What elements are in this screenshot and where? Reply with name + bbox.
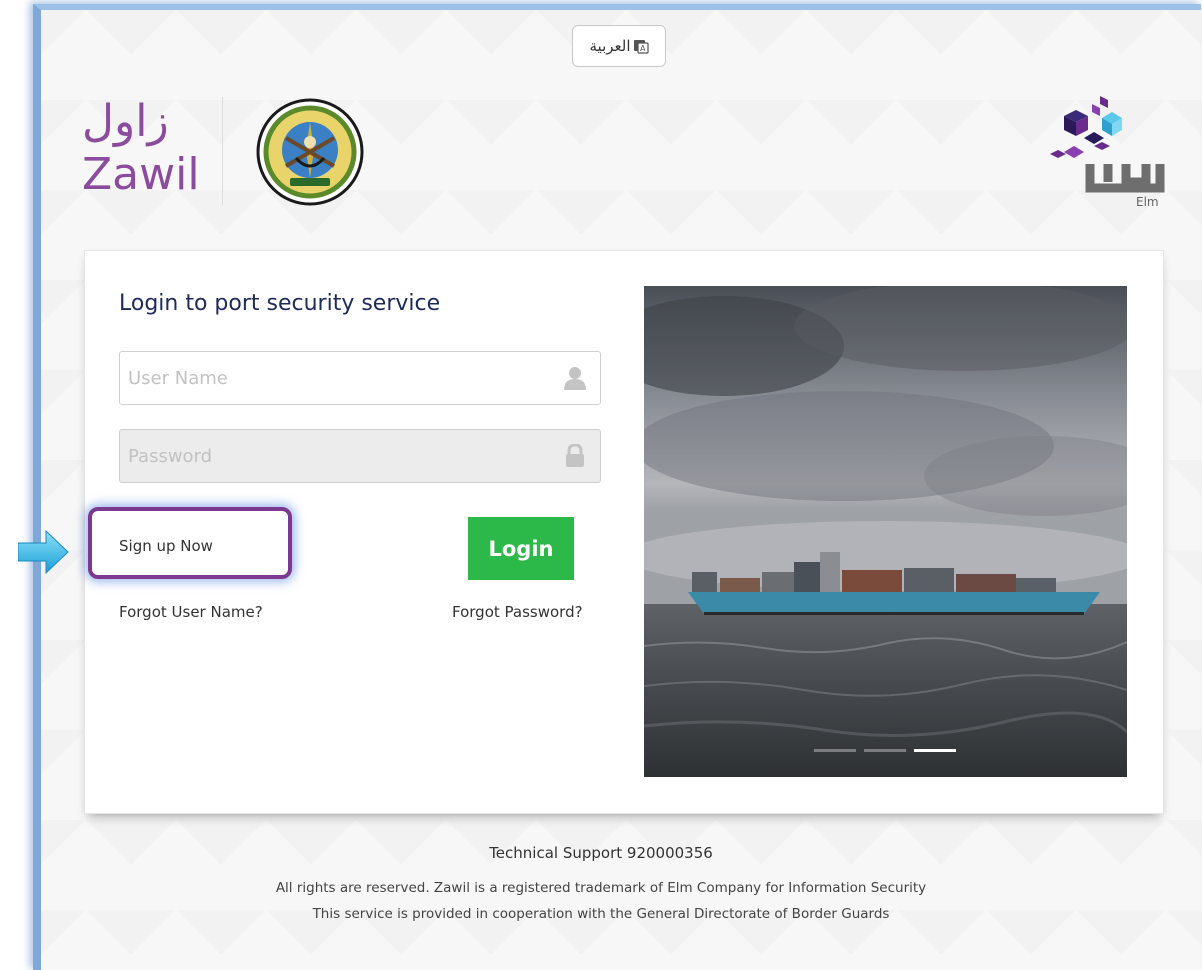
pointer-arrow-icon <box>18 529 69 575</box>
username-input[interactable] <box>120 352 548 404</box>
app-name-arabic: زاول <box>82 96 169 147</box>
carousel-dot[interactable] <box>864 749 906 752</box>
elm-wordmark: Elm <box>1136 195 1159 209</box>
hero-ship-image <box>644 286 1127 777</box>
signup-link[interactable]: Sign up Now <box>119 537 213 555</box>
forgot-username-link[interactable]: Forgot User Name? <box>119 603 263 621</box>
username-field[interactable] <box>119 351 601 405</box>
technical-support-text: Technical Support 920000356 <box>489 844 713 862</box>
password-field[interactable] <box>119 429 601 483</box>
app-name-english: Zawil <box>82 149 200 200</box>
lock-icon <box>566 444 584 467</box>
carousel-indicators <box>814 749 956 752</box>
translate-icon: A <box>633 40 649 54</box>
carousel-dot-active[interactable] <box>914 749 956 752</box>
language-label: العربية <box>589 38 631 55</box>
user-icon <box>564 367 586 390</box>
cooperation-text: This service is provided in cooperation … <box>312 906 890 922</box>
svg-text:A: A <box>640 44 646 53</box>
copyright-text: All rights are reserved. Zawil is a regi… <box>275 880 927 896</box>
carousel-dot[interactable] <box>814 749 856 752</box>
forgot-password-link[interactable]: Forgot Password? <box>452 603 583 621</box>
elm-logo <box>1050 96 1165 193</box>
page-title: Login to port security service <box>119 291 441 316</box>
login-button[interactable]: Login <box>468 517 574 580</box>
language-toggle-button[interactable]: العربية A <box>572 25 666 67</box>
logo-divider <box>222 97 223 205</box>
border-guards-emblem <box>256 98 364 206</box>
password-input[interactable] <box>120 430 548 482</box>
